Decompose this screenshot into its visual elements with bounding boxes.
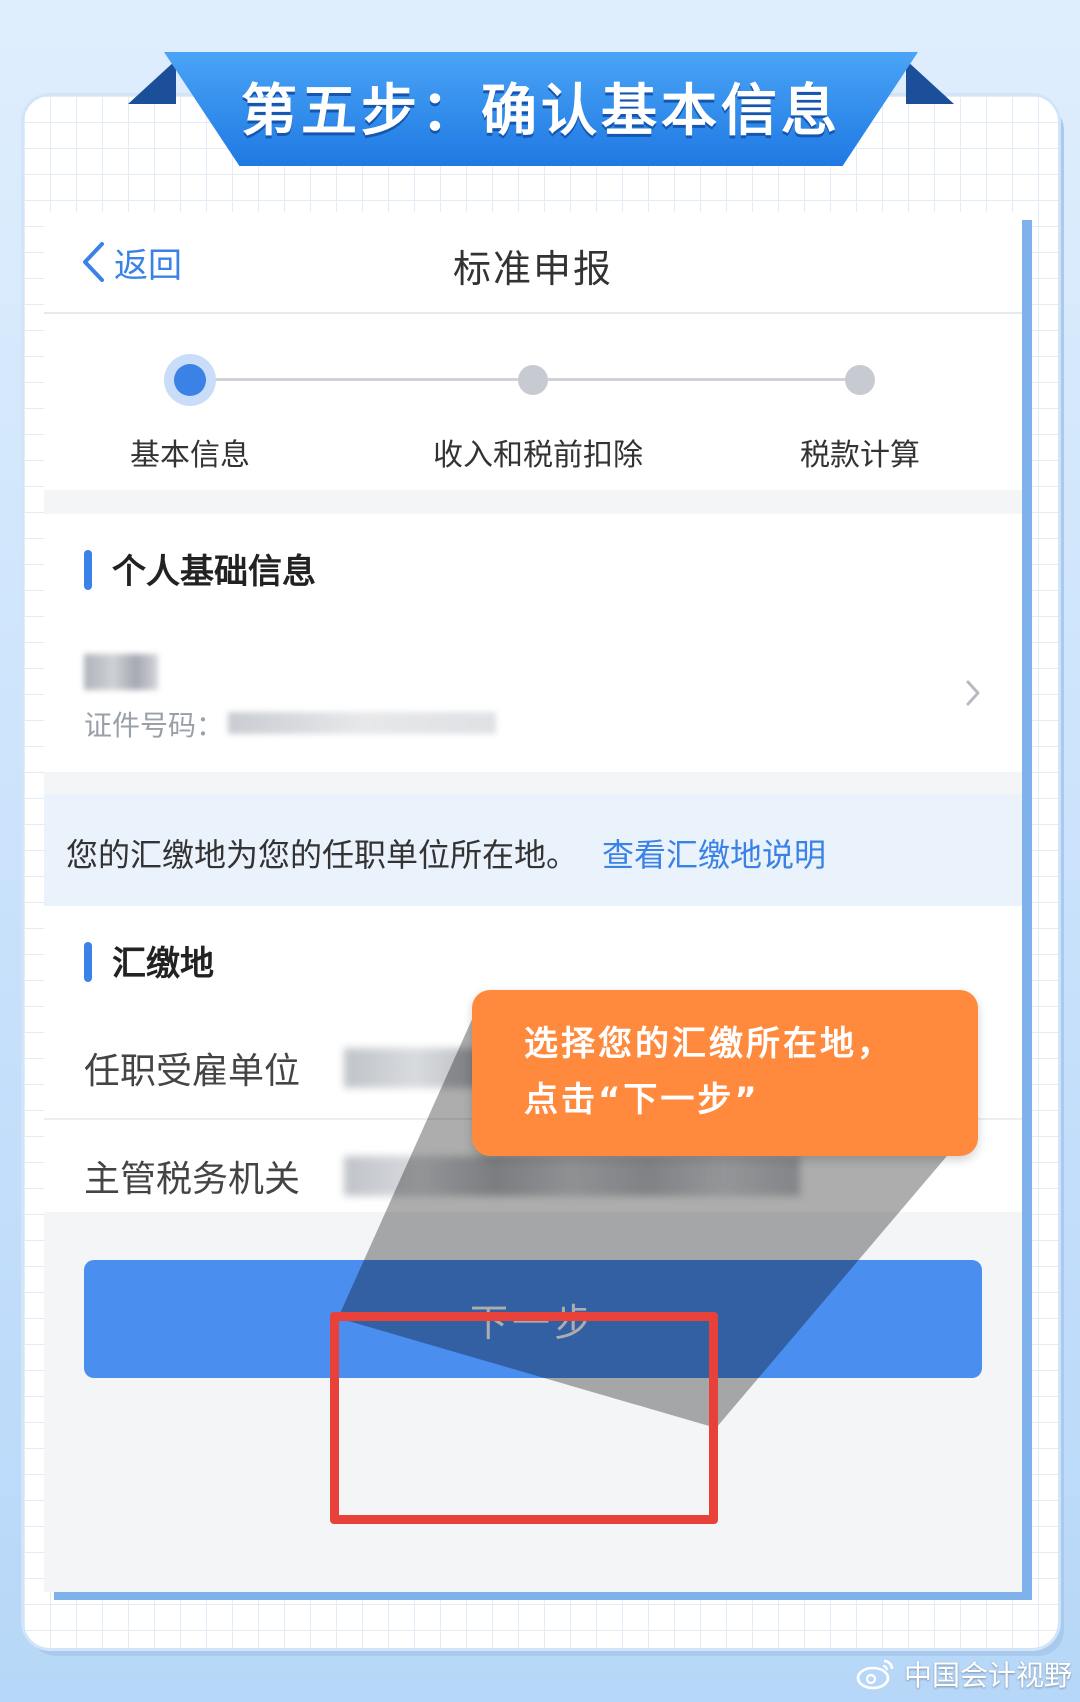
step-label-2: 收入和税前扣除 bbox=[433, 438, 643, 473]
blurred-name bbox=[84, 654, 158, 690]
remit-explanation-link[interactable]: 查看汇缴地说明 bbox=[602, 836, 826, 874]
tax-authority-label: 主管税务机关 bbox=[84, 1159, 301, 1200]
blurred-tax-authority bbox=[344, 1156, 800, 1196]
callout-line-2: 点击“下一步” bbox=[524, 1080, 760, 1120]
remit-notice: 您的汇缴地为您的任职单位所在地。 查看汇缴地说明 bbox=[44, 794, 1022, 906]
notice-message: 您的汇缴地为您的任职单位所在地。 bbox=[66, 836, 579, 874]
personal-info-header: 个人基础信息 bbox=[44, 514, 1022, 622]
nav-bar: 返回 标准申报 bbox=[44, 212, 1022, 314]
highlight-box bbox=[330, 1312, 718, 1524]
blurred-id-number bbox=[228, 712, 496, 734]
section-marker bbox=[84, 942, 92, 982]
step-dot-1 bbox=[174, 364, 206, 396]
page-title: 标准申报 bbox=[452, 247, 613, 291]
divider-gap bbox=[44, 772, 1022, 794]
notice-text: 您的汇缴地为您的任职单位所在地。 查看汇缴地说明 bbox=[66, 830, 826, 876]
section-marker bbox=[84, 550, 92, 590]
weibo-icon bbox=[856, 1659, 894, 1690]
id-number-label: 证件号码： bbox=[84, 709, 225, 742]
callout-line-1: 选择您的汇缴所在地， bbox=[524, 1024, 894, 1064]
banner-title: 第五步：确认基本信息 bbox=[241, 78, 841, 144]
step-label-1: 基本信息 bbox=[130, 438, 250, 473]
employer-label: 任职受雇单位 bbox=[84, 1051, 301, 1092]
title-banner: 第五步：确认基本信息 bbox=[128, 52, 954, 170]
section-title: 个人基础信息 bbox=[112, 552, 316, 592]
chevron-right-icon bbox=[966, 680, 980, 706]
step-label-3: 税款计算 bbox=[800, 438, 920, 473]
step-dot-2 bbox=[518, 365, 548, 395]
person-card[interactable]: 证件号码： bbox=[44, 620, 1022, 772]
banner-fold-left bbox=[128, 60, 176, 104]
divider-gap bbox=[44, 490, 1022, 514]
banner-ribbon: 第五步：确认基本信息 bbox=[164, 52, 918, 166]
step-dot-3 bbox=[845, 365, 875, 395]
section-title: 汇缴地 bbox=[112, 944, 214, 984]
banner-fold-right bbox=[906, 60, 954, 104]
progress-steps: 基本信息 收入和税前扣除 税款计算 bbox=[44, 314, 1022, 490]
watermark: 中国会计视野 bbox=[856, 1654, 1072, 1694]
instruction-callout: 选择您的汇缴所在地， 点击“下一步” bbox=[472, 990, 978, 1156]
watermark-text: 中国会计视野 bbox=[903, 1659, 1072, 1692]
callout-text: 选择您的汇缴所在地， 点击“下一步” bbox=[524, 1016, 894, 1128]
